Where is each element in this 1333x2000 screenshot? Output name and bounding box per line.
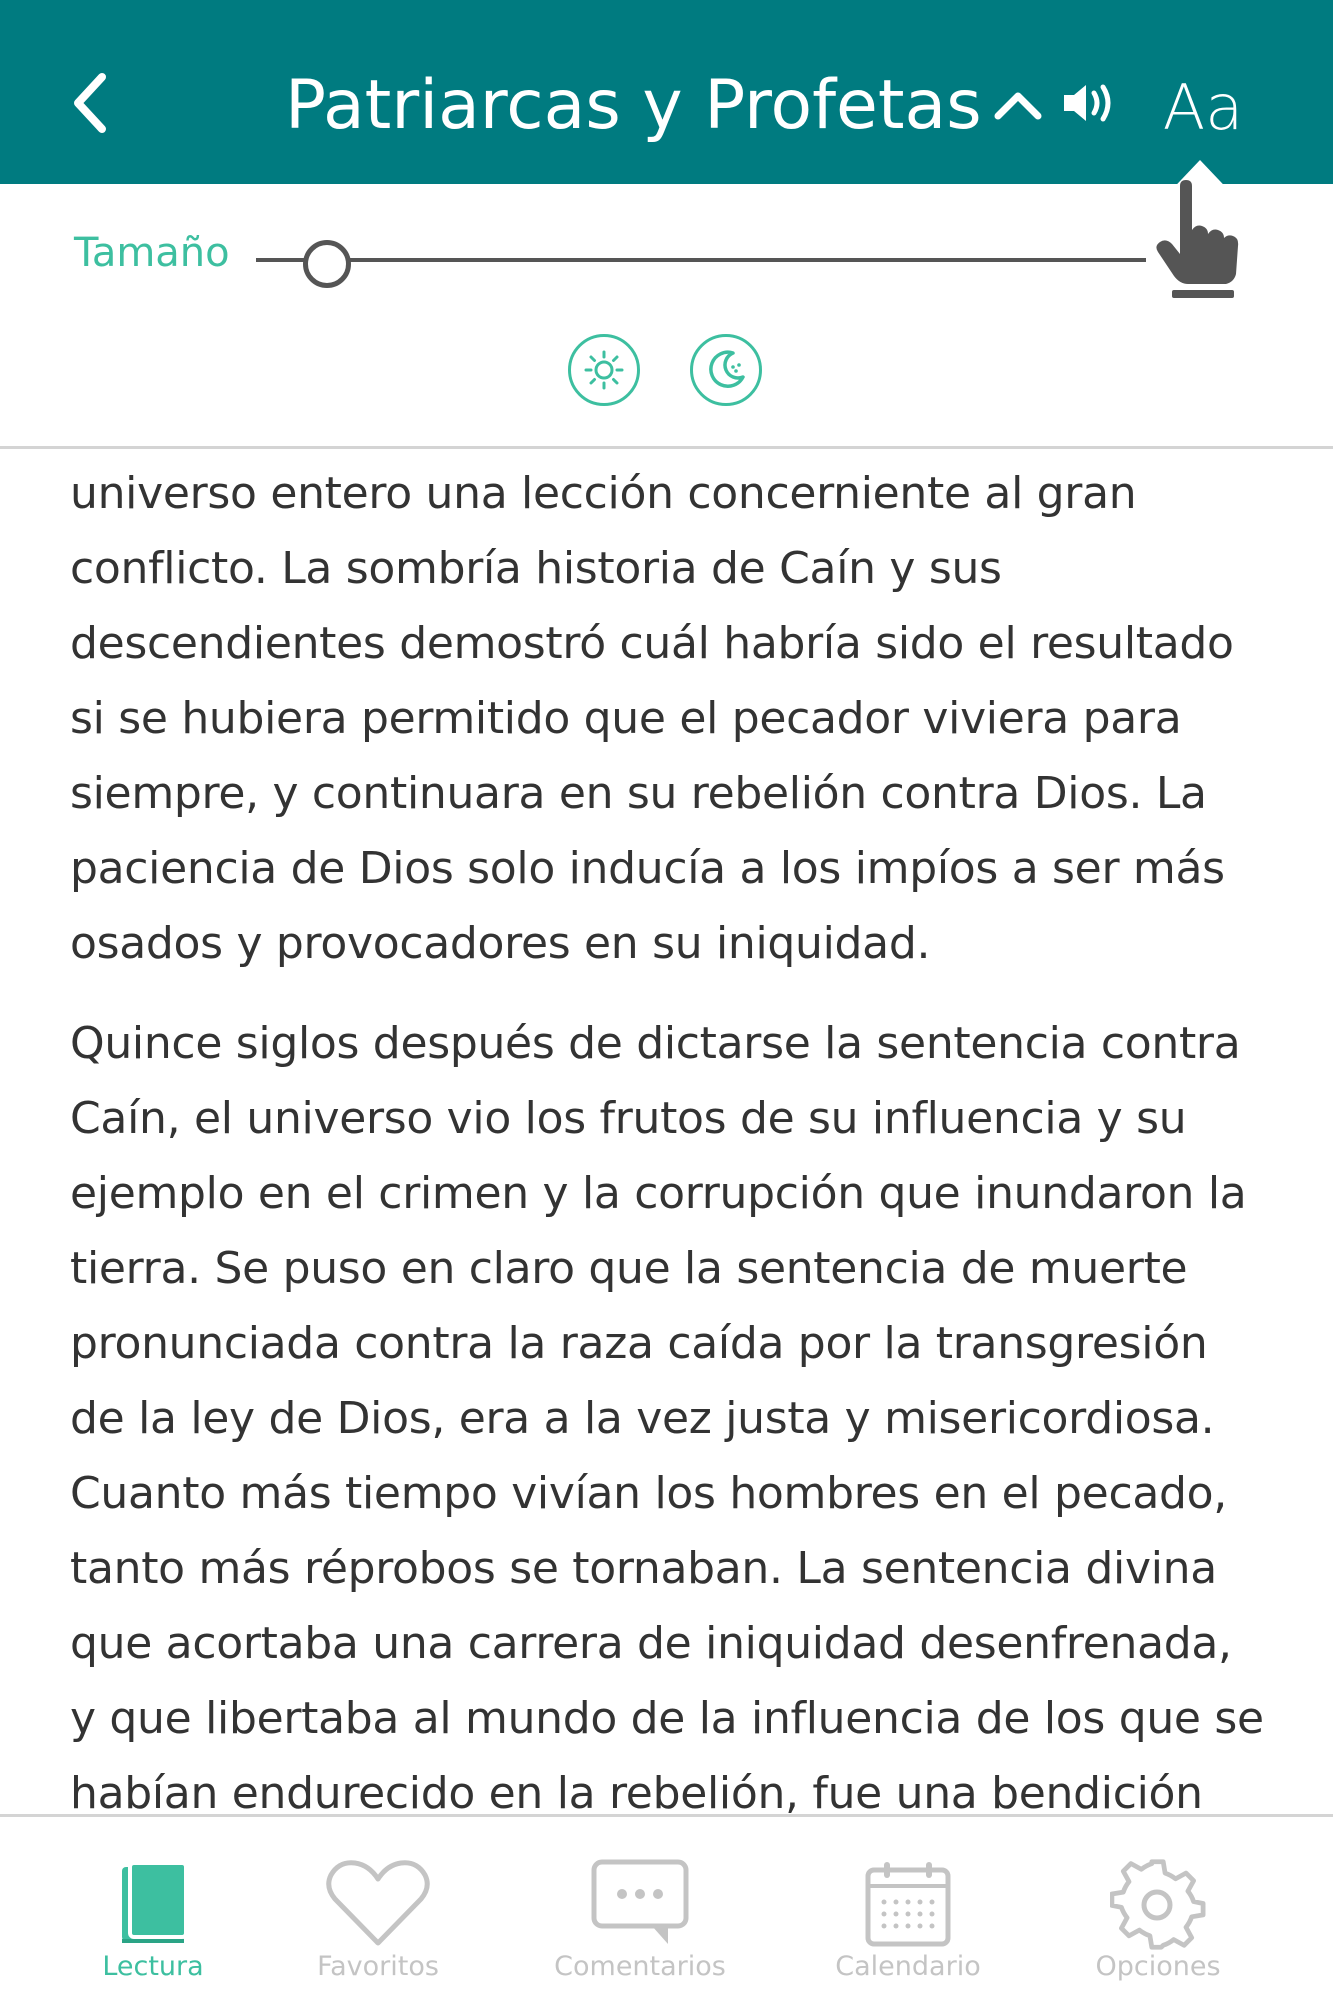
nav-label-calendario: Calendario xyxy=(835,1951,981,1982)
heart-icon xyxy=(318,1849,438,1959)
theme-dark-button[interactable] xyxy=(690,334,762,406)
calendar-icon xyxy=(848,1849,968,1959)
nav-label-favoritos: Favoritos xyxy=(317,1951,439,1982)
speaker-icon xyxy=(1064,84,1111,122)
moon-icon xyxy=(709,350,745,388)
book-icon xyxy=(93,1849,213,1959)
theme-light-button[interactable] xyxy=(568,334,640,406)
nav-item-opciones[interactable]: Opciones xyxy=(1095,1817,1221,2000)
paragraph: Quince siglos después de dictarse la sen… xyxy=(70,1018,1264,1814)
gear-icon xyxy=(1098,1849,1218,1959)
paragraph: universo entero una lección concerniente… xyxy=(70,468,1234,969)
book-title: Patriarcas y Profetas xyxy=(285,65,982,145)
top-bar: Patriarcas y Profetas Aa xyxy=(0,0,1333,184)
audio-button[interactable] xyxy=(1055,68,1125,138)
font-settings-button[interactable]: Aa xyxy=(1158,62,1248,152)
chevron-up-icon xyxy=(992,85,1044,125)
nav-label-lectura: Lectura xyxy=(102,1951,204,1982)
nav-label-comentarios: Comentarios xyxy=(554,1951,726,1982)
bottom-nav: Lectura Favoritos Comentarios Calendario… xyxy=(0,1814,1333,2000)
hand-pointer-icon xyxy=(1156,180,1239,298)
size-slider-track[interactable] xyxy=(256,258,1146,262)
size-label: Tamaño xyxy=(74,230,230,276)
reading-content[interactable]: universo entero una lección concerniente… xyxy=(70,446,1270,1814)
nav-item-favoritos[interactable]: Favoritos xyxy=(317,1817,439,2000)
nav-item-lectura[interactable]: Lectura xyxy=(93,1817,213,2000)
nav-item-calendario[interactable]: Calendario xyxy=(835,1817,981,2000)
sun-icon xyxy=(584,350,624,390)
back-button[interactable] xyxy=(50,58,130,148)
chevron-left-icon xyxy=(74,73,106,133)
app-screen: Patriarcas y Profetas Aa Tamaño t xyxy=(0,0,1333,2000)
nav-label-opciones: Opciones xyxy=(1095,1951,1221,1982)
book-title-toggle[interactable]: Patriarcas y Profetas xyxy=(285,50,1044,160)
nav-item-comentarios[interactable]: Comentarios xyxy=(554,1817,726,2000)
chat-bubble-icon xyxy=(580,1849,700,1959)
text-settings-panel: Tamaño t xyxy=(0,184,1333,449)
size-slider-thumb[interactable] xyxy=(303,240,352,288)
